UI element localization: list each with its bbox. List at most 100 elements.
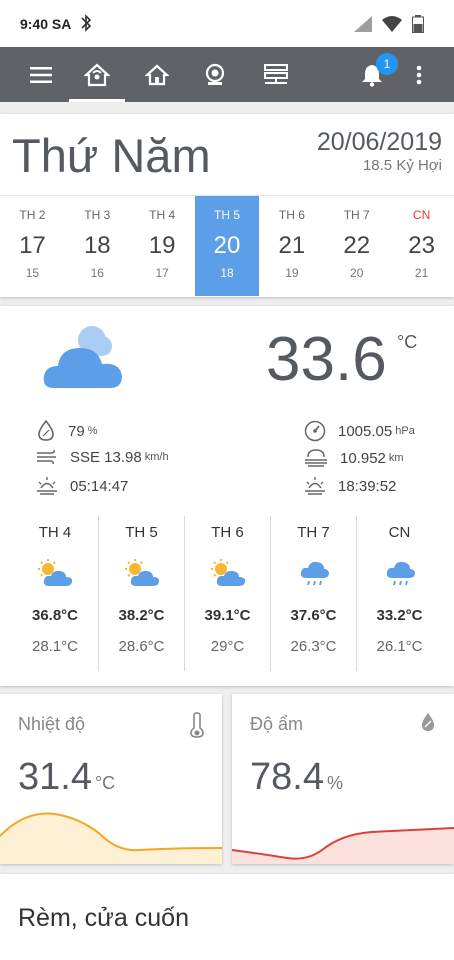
forecast-day[interactable]: TH 7 37.6°C 26.3°C bbox=[270, 516, 356, 671]
week-day[interactable]: TH 4 19 17 bbox=[130, 196, 195, 296]
forecast-high: 36.8°C bbox=[31, 607, 79, 624]
humidity-sensor-value: 78.4 bbox=[250, 756, 324, 798]
sunrise-row: 05:14:47 bbox=[36, 476, 128, 496]
day-name: Thứ Năm bbox=[12, 129, 211, 182]
week-day-label: TH 6 bbox=[278, 208, 305, 222]
sunset-icon bbox=[305, 477, 325, 495]
rain-cloud-icon bbox=[300, 561, 329, 586]
visibility-value: 10.952 bbox=[340, 449, 386, 467]
forecast-low: 28.6°C bbox=[118, 638, 165, 655]
date-card: Thứ Năm 20/06/2019 18.5 Kỷ Hợi TH 2 17 1… bbox=[0, 114, 454, 297]
forecast-high: 39.1°C bbox=[204, 607, 251, 624]
humidity-sensor-card[interactable]: Độ ẩm 78.4% bbox=[232, 694, 454, 864]
temperature-sensor-reading: 31.4 °C bbox=[18, 756, 115, 799]
temperature-sensor-title: Nhiệt độ bbox=[18, 714, 86, 734]
wind-row: SSE 13.98 km/h bbox=[36, 448, 169, 466]
humidity-sensor-title: Độ ẩm bbox=[250, 714, 304, 734]
pressure-value: 1005.05 bbox=[338, 422, 393, 440]
curtain-section[interactable]: Rèm, cửa cuốn bbox=[0, 874, 454, 960]
week-day-number: 22 bbox=[343, 232, 371, 259]
forecast-low: 26.3°C bbox=[290, 638, 337, 655]
smart-home-icon bbox=[84, 63, 110, 86]
week-day-label: CN bbox=[412, 208, 431, 222]
wind-value: SSE 13.98 bbox=[70, 448, 142, 466]
week-day[interactable]: TH 6 21 19 bbox=[259, 196, 324, 296]
week-strip: TH 2 17 15 TH 3 18 16 TH 4 19 17 TH 5 20… bbox=[0, 195, 454, 297]
menu-button[interactable] bbox=[18, 47, 64, 102]
forecast-high: 37.6°C bbox=[290, 607, 337, 624]
more-vert-icon bbox=[416, 65, 422, 84]
forecast-day-label: TH 6 bbox=[211, 524, 244, 541]
sunset-row: 18:39:52 bbox=[304, 476, 396, 496]
week-day[interactable]: TH 2 17 15 bbox=[0, 196, 65, 296]
week-day-label: TH 3 bbox=[84, 208, 111, 222]
forecast-day-label: CN bbox=[388, 524, 411, 541]
humidity-row: 79% bbox=[36, 420, 97, 442]
sun-cloud-icon bbox=[38, 559, 73, 586]
forecast-day-label: TH 5 bbox=[125, 524, 158, 541]
week-day-number: 17 bbox=[19, 232, 46, 259]
droplet-icon bbox=[38, 420, 54, 441]
forecast-day[interactable]: CN 33.2°C 26.1°C bbox=[356, 516, 442, 671]
date-solar: 20/06/2019 bbox=[316, 128, 442, 156]
forecast-day[interactable]: TH 4 36.8°C 28.1°C bbox=[12, 516, 98, 671]
current-temperature-unit: °C bbox=[397, 332, 418, 352]
curtain-section-title: Rèm, cửa cuốn bbox=[18, 904, 189, 932]
visibility-row: 10.952 km bbox=[304, 448, 404, 468]
sun-cloud-icon bbox=[210, 559, 245, 586]
more-options-button[interactable] bbox=[404, 47, 434, 102]
week-day[interactable]: TH 7 22 20 bbox=[324, 196, 389, 296]
wind-icon bbox=[37, 449, 56, 465]
temperature-sparkline bbox=[0, 812, 222, 864]
week-day-lunar: 18 bbox=[220, 266, 234, 280]
week-day-label: TH 2 bbox=[19, 208, 46, 222]
camera-icon bbox=[205, 63, 225, 85]
pressure-row: 1005.05 hPa bbox=[304, 420, 415, 442]
humidity-value: 79 bbox=[68, 422, 85, 440]
humidity-sensor-reading: 78.4% bbox=[250, 756, 343, 799]
forecast-strip: TH 4 36.8°C 28.1°C TH 5 38.2°C 28.6°C TH… bbox=[12, 516, 442, 676]
notification-badge: 1 bbox=[376, 53, 398, 75]
forecast-day[interactable]: TH 5 38.2°C 28.6°C bbox=[98, 516, 184, 671]
pressure-unit: hPa bbox=[395, 425, 415, 437]
tab-camera[interactable] bbox=[190, 47, 240, 102]
week-day-label: TH 5 bbox=[214, 208, 241, 222]
forecast-day-label: TH 4 bbox=[38, 524, 72, 541]
visibility-unit: km bbox=[388, 452, 404, 464]
week-day-lunar: 20 bbox=[350, 266, 364, 280]
cloudy-icon bbox=[43, 326, 122, 388]
forecast-high: 38.2°C bbox=[118, 607, 165, 624]
forecast-day-label: TH 7 bbox=[297, 524, 330, 541]
week-day-lunar: 16 bbox=[90, 266, 104, 280]
home-icon bbox=[145, 64, 169, 85]
week-day-label: TH 4 bbox=[149, 208, 176, 222]
hamburger-icon bbox=[30, 66, 52, 83]
thermometer-icon bbox=[190, 712, 204, 738]
sunrise-icon bbox=[37, 477, 57, 495]
week-day-lunar: 21 bbox=[414, 266, 429, 280]
week-day[interactable]: TH 3 18 16 bbox=[65, 196, 130, 296]
week-day[interactable]: CN 23 21 bbox=[389, 196, 454, 296]
forecast-low: 28.1°C bbox=[31, 638, 79, 655]
battery-icon bbox=[412, 15, 424, 33]
signal-icon bbox=[354, 16, 372, 32]
temperature-sensor-card[interactable]: Nhiệt độ 31.4 °C bbox=[0, 694, 222, 864]
forecast-high: 33.2°C bbox=[376, 607, 423, 624]
week-day-selected[interactable]: TH 5 20 18 bbox=[194, 196, 260, 296]
status-bar: 9:40 SA bbox=[0, 0, 454, 47]
week-day-number: 19 bbox=[148, 232, 176, 259]
active-tab-indicator bbox=[69, 99, 125, 102]
current-temperature: 33.6 bbox=[266, 325, 387, 394]
temperature-sensor-unit: °C bbox=[94, 773, 116, 793]
weather-card[interactable]: 33.6 °C 79% SSE 13.98 km/h 05:14:47 1005.… bbox=[0, 306, 454, 686]
tab-smart-home[interactable] bbox=[69, 47, 125, 102]
humidity-sensor-unit: % bbox=[326, 773, 343, 793]
top-toolbar: 1 bbox=[0, 47, 454, 102]
bluetooth-icon bbox=[81, 14, 92, 32]
forecast-day[interactable]: TH 6 39.1°C 29°C bbox=[184, 516, 270, 671]
week-day-lunar: 19 bbox=[285, 266, 299, 280]
tab-server[interactable] bbox=[250, 47, 302, 102]
status-time: 9:40 SA bbox=[20, 16, 72, 32]
temperature-sensor-value: 31.4 bbox=[18, 756, 92, 798]
tab-home[interactable] bbox=[132, 47, 182, 102]
